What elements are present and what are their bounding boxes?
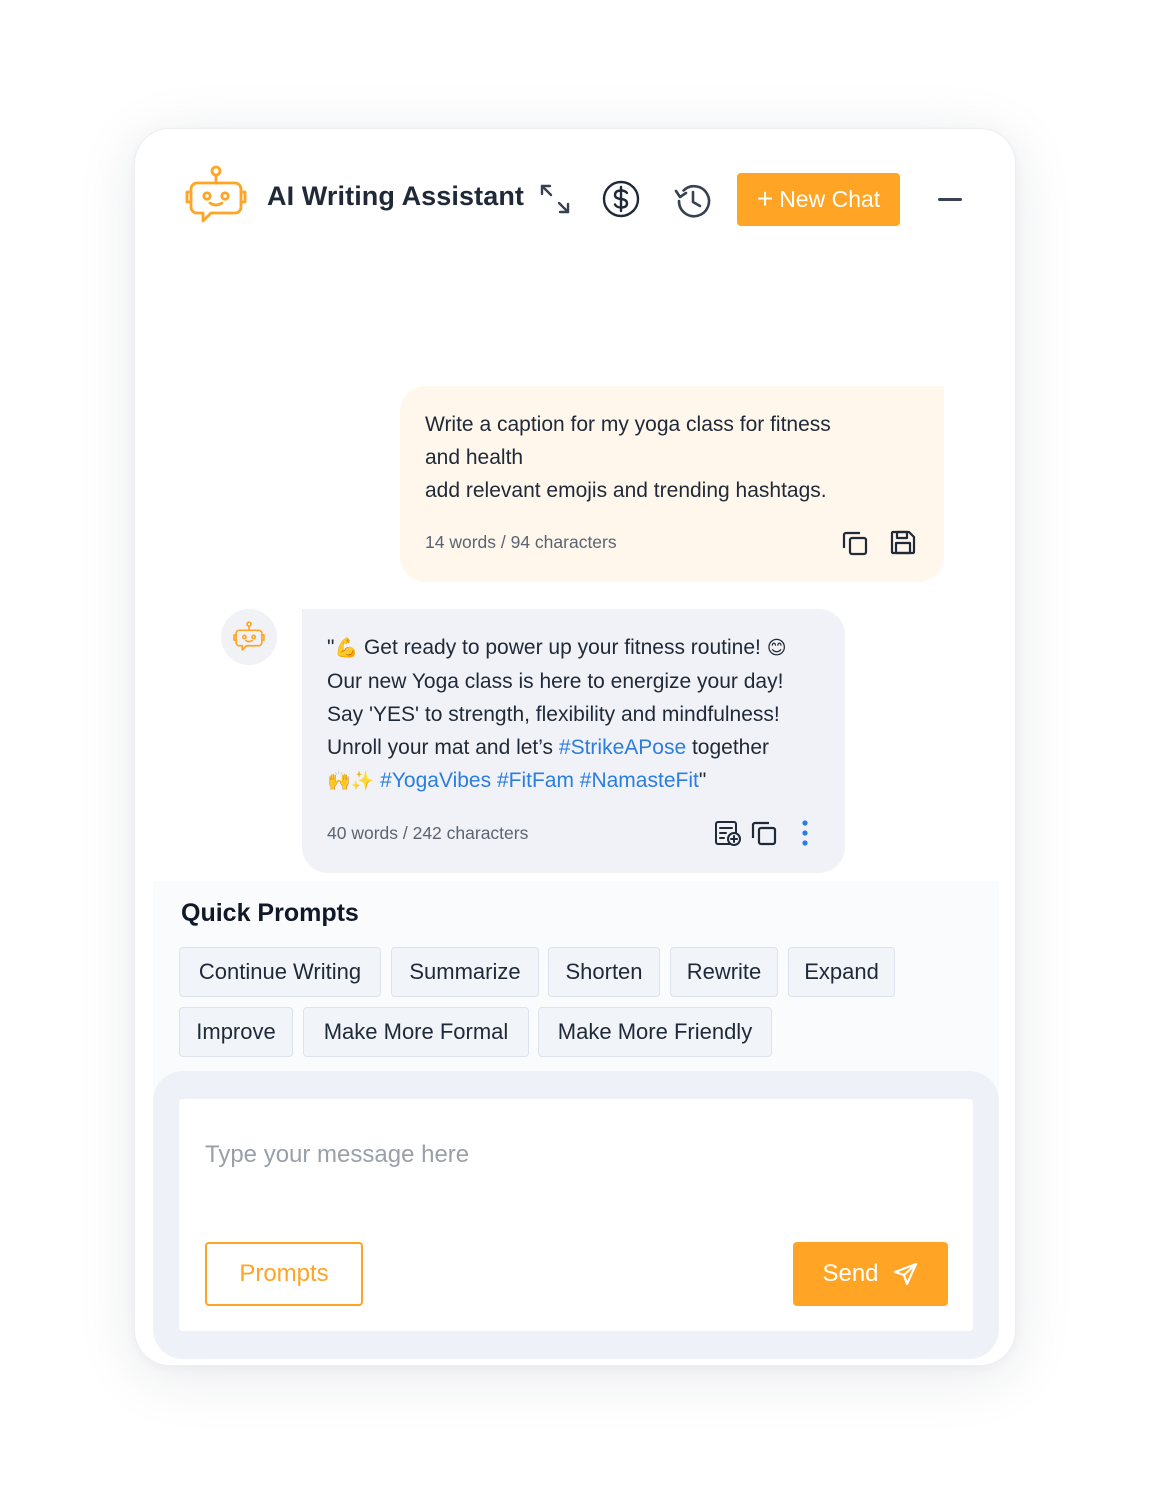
save-icon[interactable]: [889, 528, 917, 556]
app-title: AI Writing Assistant: [267, 181, 525, 211]
bot-message-line: Say 'YES' to strength, flexibility and m…: [327, 703, 780, 726]
new-chat-button[interactable]: + New Chat: [737, 173, 900, 226]
bot-message-bubble: " 💪 Get ready to power up your fitness ro…: [302, 609, 845, 873]
copy-icon[interactable]: [840, 528, 870, 558]
expand-icon[interactable]: [537, 181, 573, 217]
bot-message-line: Unroll your mat and let’s #StrikeAPose t…: [327, 731, 827, 764]
robot-icon: [233, 621, 265, 651]
bot-message-line: Our new Yoga class is here to energize y…: [327, 670, 784, 693]
quick-prompt-make-more-friendly[interactable]: Make More Friendly: [538, 1007, 772, 1057]
quick-prompt-continue-writing[interactable]: Continue Writing: [179, 947, 381, 997]
quote-mark: ": [698, 769, 707, 792]
user-message-text: Write a caption for my yoga class for fi…: [425, 408, 885, 507]
quick-prompt-rewrite[interactable]: Rewrite: [670, 947, 778, 997]
more-options-icon[interactable]: [796, 818, 814, 848]
quick-prompts-panel: Quick Prompts Continue Writing Summarize…: [153, 881, 999, 1091]
quick-prompt-summarize[interactable]: Summarize: [391, 947, 539, 997]
dollar-icon[interactable]: [601, 179, 641, 219]
new-chat-label: New Chat: [779, 186, 881, 212]
composer: Prompts Send: [153, 1071, 999, 1359]
composer-box: Prompts Send: [179, 1099, 973, 1331]
user-message-line: Write a caption for my yoga class for fi…: [425, 413, 831, 436]
hashtag-link[interactable]: #StrikeAPose: [559, 736, 686, 759]
raised-hands-sparkles-emoji: 🙌✨: [327, 770, 375, 792]
send-label: Send: [822, 1260, 879, 1287]
bot-message-line: 🙌✨ #YogaVibes #FitFam #NamasteFit": [327, 764, 827, 798]
copy-icon[interactable]: [749, 818, 779, 848]
quick-prompt-shorten[interactable]: Shorten: [548, 947, 660, 997]
robot-logo-icon: [185, 165, 247, 223]
message-input[interactable]: [205, 1125, 945, 1185]
quick-prompts-title: Quick Prompts: [181, 899, 359, 927]
minimize-icon[interactable]: [938, 197, 962, 203]
history-icon[interactable]: [672, 180, 714, 222]
quick-prompt-improve[interactable]: Improve: [179, 1007, 293, 1057]
bot-avatar: [221, 609, 277, 665]
header: AI Writing Assistant + New Chat: [135, 129, 1015, 274]
user-message-count: 14 words / 94 characters: [425, 532, 617, 552]
prompts-button[interactable]: Prompts: [205, 1242, 363, 1306]
bot-message-count: 40 words / 242 characters: [327, 823, 529, 843]
insert-document-icon[interactable]: [713, 818, 743, 848]
bot-message-text: " 💪 Get ready to power up your fitness ro…: [327, 631, 827, 798]
flexed-biceps-emoji: 💪: [334, 637, 359, 659]
user-message-line: and health: [425, 446, 524, 469]
bot-line-text: Get ready to power up your fitness routi…: [358, 636, 767, 659]
send-button[interactable]: Send: [793, 1242, 948, 1306]
bot-line-text: together: [686, 736, 770, 759]
chat-window: AI Writing Assistant + New Chat Write a …: [134, 128, 1016, 1366]
bot-line-text: Unroll your mat and let’s: [327, 736, 559, 759]
smile-emoji: 😊: [766, 637, 787, 659]
hashtag-link[interactable]: #YogaVibes #FitFam #NamasteFit: [374, 769, 699, 792]
bot-message-line: "💪 Get ready to power up your fitness ro…: [327, 631, 827, 665]
send-icon: [893, 1262, 917, 1286]
user-message-line: add relevant emojis and trending hashtag…: [425, 479, 827, 502]
user-message-bubble: Write a caption for my yoga class for fi…: [400, 386, 944, 582]
quick-prompt-make-more-formal[interactable]: Make More Formal: [303, 1007, 529, 1057]
quick-prompt-expand[interactable]: Expand: [788, 947, 895, 997]
plus-icon: +: [756, 182, 774, 214]
